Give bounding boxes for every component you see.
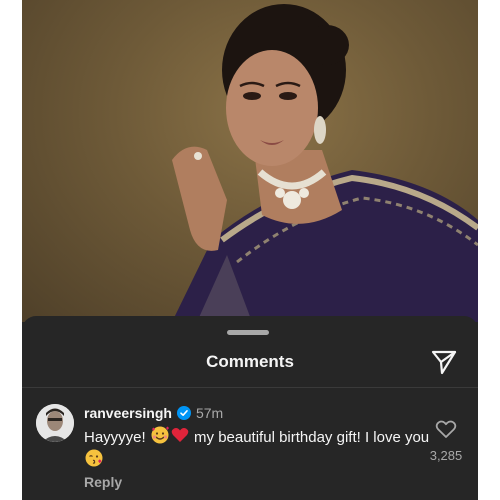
red-heart-icon — [171, 428, 189, 442]
paper-plane-icon[interactable] — [430, 348, 458, 376]
post-photo — [22, 0, 478, 322]
sheet-drag-handle[interactable] — [227, 330, 269, 335]
like-count: 3,285 — [429, 448, 463, 463]
comment-text-part1: Hayyyye! — [84, 429, 150, 446]
sheet-title: Comments — [206, 352, 294, 371]
comment-text: Hayyyye! my beautiful birthday gift! I l… — [84, 425, 434, 471]
face-blowing-kiss-icon — [85, 449, 103, 467]
comment-header: ranveersingh 57m — [84, 405, 223, 421]
heart-outline-icon[interactable] — [435, 419, 457, 439]
header-divider — [22, 387, 478, 388]
comment-username[interactable]: ranveersingh — [84, 405, 172, 421]
reply-button[interactable]: Reply — [84, 474, 122, 490]
smiling-face-with-hearts-icon — [151, 426, 169, 444]
user-photo — [36, 404, 74, 442]
post-viewer: Comments ranveersingh 57m Hayyyye! my be… — [22, 0, 478, 500]
avatar[interactable] — [36, 404, 74, 442]
portrait-illustration — [172, 4, 478, 322]
comment-timestamp: 57m — [195, 405, 224, 421]
verified-badge-icon — [176, 406, 191, 420]
comment-text-part2: my beautiful birthday gift! I love you — [189, 429, 430, 446]
comments-sheet: Comments ranveersingh 57m Hayyyye! my be… — [22, 316, 478, 500]
